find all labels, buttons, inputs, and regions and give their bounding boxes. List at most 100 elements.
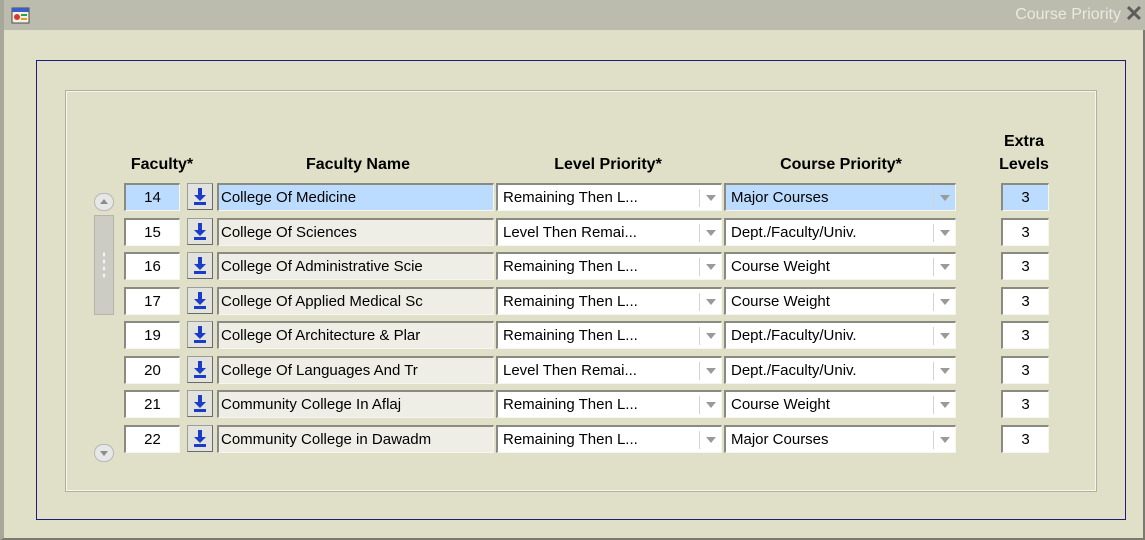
course-priority-value: Dept./Faculty/Univ.	[731, 327, 857, 344]
course-priority-select[interactable]: Dept./Faculty/Univ.	[724, 218, 956, 246]
close-icon[interactable]: ✕	[1123, 2, 1145, 26]
dropdown-separator	[699, 293, 700, 311]
faculty-code-field[interactable]: 21	[124, 390, 180, 418]
course-priority-select[interactable]: Course Weight	[724, 390, 956, 418]
faculty-lov-button[interactable]	[187, 321, 213, 348]
faculty-lov-button[interactable]	[187, 218, 213, 245]
dropdown-separator	[699, 431, 700, 449]
course-priority-select[interactable]: Dept./Faculty/Univ.	[724, 356, 956, 384]
level-priority-select[interactable]: Level Then Remai...	[496, 356, 722, 384]
faculty-code-field[interactable]: 14	[124, 183, 180, 211]
chevron-down-icon[interactable]	[940, 333, 950, 339]
course-priority-select[interactable]: Course Weight	[724, 252, 956, 280]
course-priority-window: Course Priority ✕ Faculty* Faculty Name …	[0, 0, 1145, 540]
level-priority-select[interactable]: Remaining Then L...	[496, 390, 722, 418]
faculty-lov-button[interactable]	[187, 390, 213, 417]
chevron-down-icon[interactable]	[940, 299, 950, 305]
dropdown-separator	[933, 189, 934, 207]
chevron-down-icon[interactable]	[706, 368, 716, 374]
course-priority-value: Course Weight	[731, 396, 830, 413]
course-priority-value: Dept./Faculty/Univ.	[731, 224, 857, 241]
dropdown-separator	[699, 224, 700, 242]
window-title: Course Priority	[1015, 6, 1121, 23]
extra-levels-field[interactable]: 3	[1001, 356, 1049, 384]
faculty-code-field[interactable]: 15	[124, 218, 180, 246]
chevron-down-icon[interactable]	[706, 299, 716, 305]
level-priority-value: Remaining Then L...	[503, 327, 638, 344]
grip-icon	[102, 251, 106, 279]
scrollbar-thumb[interactable]	[94, 215, 114, 315]
level-priority-select[interactable]: Level Then Remai...	[496, 218, 722, 246]
chevron-down-icon[interactable]	[940, 437, 950, 443]
level-priority-value: Remaining Then L...	[503, 431, 638, 448]
level-priority-value: Level Then Remai...	[503, 224, 637, 241]
faculty-name-field: Community College in Dawadm	[217, 425, 494, 453]
dropdown-separator	[699, 362, 700, 380]
faculty-code-field[interactable]: 17	[124, 287, 180, 315]
chevron-down-icon[interactable]	[706, 402, 716, 408]
chevron-down-icon[interactable]	[940, 195, 950, 201]
faculty-code-field[interactable]: 19	[124, 321, 180, 349]
extra-levels-field[interactable]: 3	[1001, 390, 1049, 418]
faculty-lov-button[interactable]	[187, 252, 213, 279]
header-course-priority: Course Priority*	[780, 156, 902, 173]
chevron-down-icon[interactable]	[706, 333, 716, 339]
faculty-name-field: College Of Architecture & Plar	[217, 321, 494, 349]
scroll-down-icon[interactable]	[94, 444, 114, 462]
course-priority-select[interactable]: Course Weight	[724, 287, 956, 315]
extra-levels-field[interactable]: 3	[1001, 287, 1049, 315]
faculty-name-field: College Of Languages And Tr	[217, 356, 494, 384]
chevron-down-icon[interactable]	[706, 437, 716, 443]
extra-levels-field[interactable]: 3	[1001, 252, 1049, 280]
chevron-down-icon[interactable]	[940, 264, 950, 270]
course-priority-value: Dept./Faculty/Univ.	[731, 362, 857, 379]
dropdown-separator	[933, 431, 934, 449]
extra-levels-field[interactable]: 3	[1001, 321, 1049, 349]
faculty-lov-button[interactable]	[187, 356, 213, 383]
records-scrollbar[interactable]	[94, 193, 116, 463]
faculty-name-field: College Of Administrative Scie	[217, 252, 494, 280]
faculty-code-field[interactable]: 16	[124, 252, 180, 280]
level-priority-value: Remaining Then L...	[503, 258, 638, 275]
course-priority-value: Course Weight	[731, 293, 830, 310]
faculty-name-field: Community College In Aflaj	[217, 390, 494, 418]
scroll-up-icon[interactable]	[94, 193, 114, 211]
level-priority-select[interactable]: Remaining Then L...	[496, 321, 722, 349]
level-priority-select[interactable]: Remaining Then L...	[496, 252, 722, 280]
faculty-name-field: College Of Applied Medical Sc	[217, 287, 494, 315]
dropdown-separator	[933, 362, 934, 380]
level-priority-value: Remaining Then L...	[503, 396, 638, 413]
faculty-lov-button[interactable]	[187, 287, 213, 314]
chevron-down-icon[interactable]	[706, 195, 716, 201]
chevron-down-icon[interactable]	[940, 368, 950, 374]
faculty-lov-button[interactable]	[187, 425, 213, 452]
course-priority-value: Major Courses	[731, 189, 829, 206]
title-bar: Course Priority ✕	[4, 0, 1145, 30]
chevron-down-icon[interactable]	[706, 230, 716, 236]
header-faculty: Faculty*	[130, 156, 194, 173]
course-priority-select[interactable]: Major Courses	[724, 425, 956, 453]
chevron-down-icon[interactable]	[706, 264, 716, 270]
level-priority-select[interactable]: Remaining Then L...	[496, 425, 722, 453]
chevron-down-icon[interactable]	[940, 402, 950, 408]
course-priority-value: Major Courses	[731, 431, 829, 448]
dropdown-separator	[699, 396, 700, 414]
chevron-down-icon[interactable]	[940, 230, 950, 236]
course-priority-select[interactable]: Dept./Faculty/Univ.	[724, 321, 956, 349]
level-priority-select[interactable]: Remaining Then L...	[496, 287, 722, 315]
extra-levels-field[interactable]: 3	[1001, 183, 1049, 211]
header-extra-levels-line2: Levels	[999, 156, 1049, 173]
header-extra-levels-line1: Extra	[1003, 133, 1045, 150]
level-priority-select[interactable]: Remaining Then L...	[496, 183, 722, 211]
faculty-lov-button[interactable]	[187, 183, 213, 210]
extra-levels-field[interactable]: 3	[1001, 218, 1049, 246]
course-priority-select[interactable]: Major Courses	[724, 183, 956, 211]
dropdown-separator	[933, 327, 934, 345]
faculty-code-field[interactable]: 22	[124, 425, 180, 453]
faculty-code-field[interactable]: 20	[124, 356, 180, 384]
faculty-name-field: College Of Sciences	[217, 218, 494, 246]
extra-levels-field[interactable]: 3	[1001, 425, 1049, 453]
app-icon	[11, 5, 31, 25]
dropdown-separator	[699, 258, 700, 276]
level-priority-value: Remaining Then L...	[503, 293, 638, 310]
